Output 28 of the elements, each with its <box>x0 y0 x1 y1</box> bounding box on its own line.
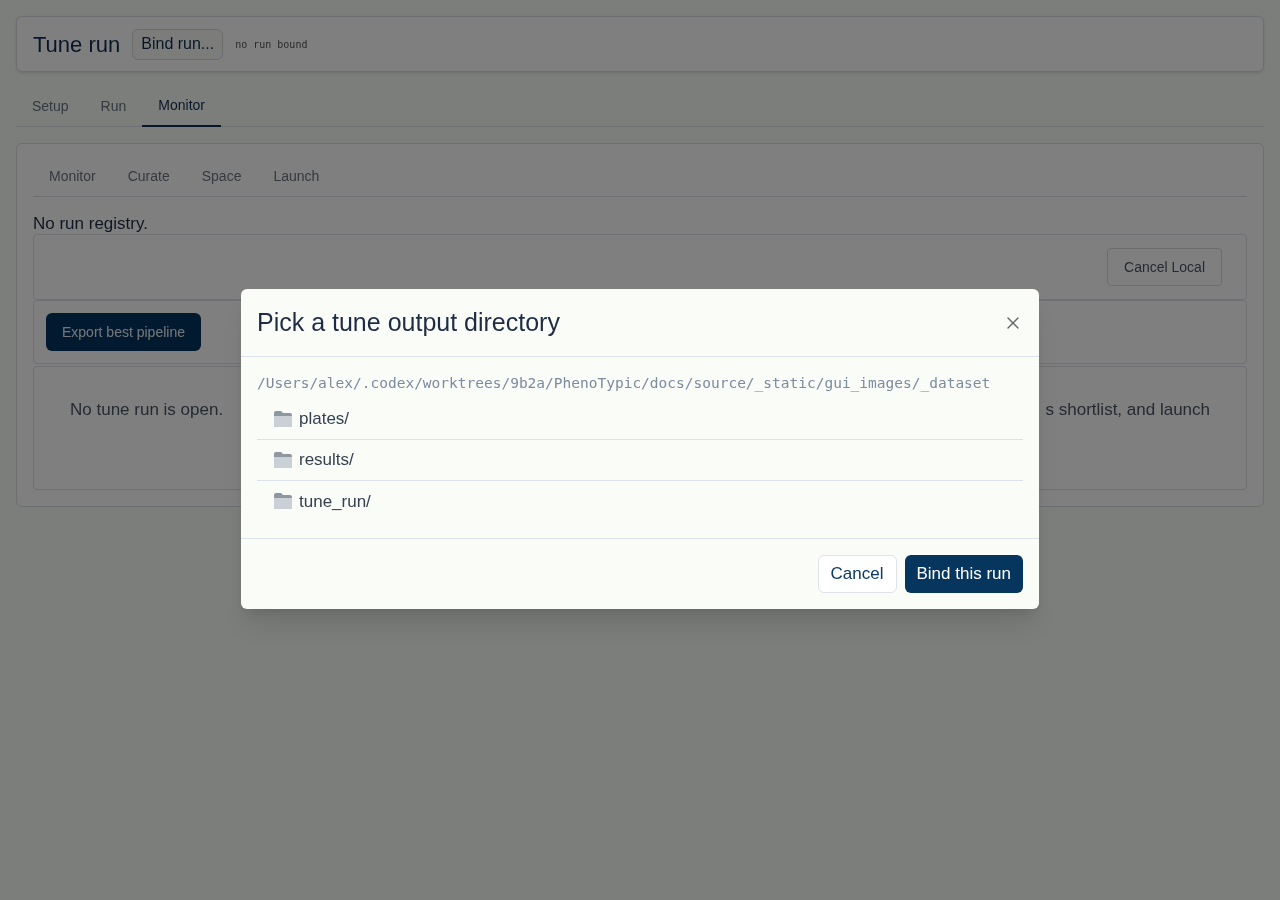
tab[interactable]: Monitor <box>142 85 221 127</box>
tab[interactable]: Setup <box>16 85 85 127</box>
page-title: Tune run <box>33 30 121 59</box>
directory-row[interactable]: plates/ <box>257 398 1023 440</box>
subtab[interactable]: Launch <box>257 156 336 197</box>
directory-row[interactable]: results/ <box>257 439 1023 481</box>
dialog-button[interactable]: Bind this run <box>904 554 1023 593</box>
dialog-title: Pick a tune output directory <box>257 306 560 338</box>
empty-message-end: s shortlist, and launch <box>1045 399 1210 421</box>
directory-row[interactable]: tune_run/ <box>257 480 1023 522</box>
directory-name: plates/ <box>299 408 350 430</box>
current-path: /Users/alex/.codex/worktrees/9b2a/PhenoTypic/docs/source/_static/gui_images/_dataset <box>257 374 992 394</box>
empty-message-start: No tune run is open. <box>70 399 224 421</box>
folder-icon <box>273 409 293 428</box>
folder-icon <box>273 450 293 469</box>
folder-icon <box>273 492 293 511</box>
export-button[interactable]: Export best pipeline <box>46 313 201 351</box>
directory-name: tune_run/ <box>299 490 371 513</box>
bind-run-button[interactable]: Bind run... <box>132 28 224 60</box>
subtab[interactable]: Monitor <box>33 156 112 197</box>
subtab[interactable]: Space <box>185 156 258 197</box>
directory-name: results/ <box>299 449 354 471</box>
subtab[interactable]: Curate <box>111 156 186 197</box>
tab[interactable]: Run <box>84 85 143 127</box>
run-status: no run bound <box>235 37 308 52</box>
registry-message: No run registry. <box>33 214 149 234</box>
cancel-local-button[interactable]: Cancel Local <box>1107 248 1222 286</box>
dialog-button[interactable]: Cancel <box>817 554 897 593</box>
